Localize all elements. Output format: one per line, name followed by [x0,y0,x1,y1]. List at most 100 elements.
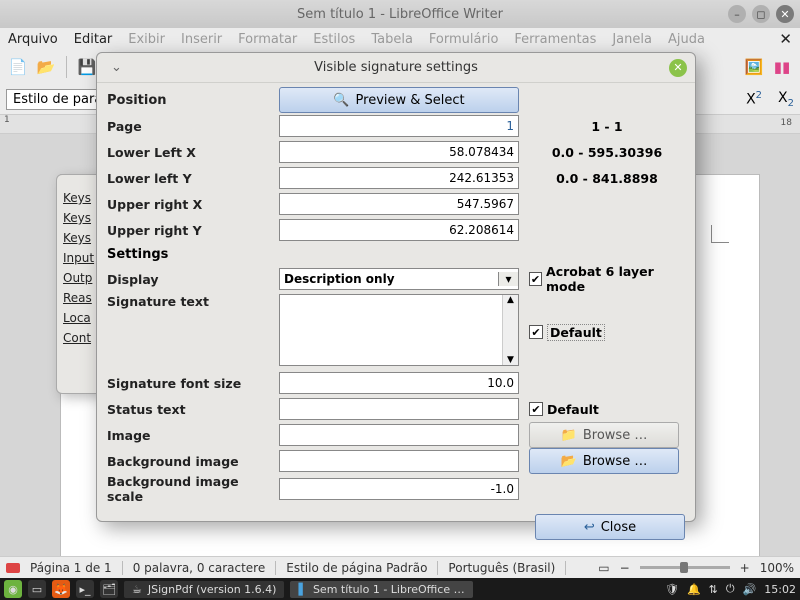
status-text-input[interactable] [279,398,519,420]
visible-signature-settings-dialog: ⌄ Visible signature settings ✕ Position … [96,52,696,522]
open-icon[interactable]: 📂 [34,55,58,79]
signature-text-label: Signature text [107,294,279,309]
book-view-icon[interactable]: ▭ [598,561,609,575]
superscript-button[interactable]: X2 [746,90,762,109]
subscript-button[interactable]: X2 [778,90,794,109]
menu-formatar[interactable]: Formatar [238,32,297,47]
tray-network-icon[interactable]: ⇅ [709,583,718,596]
taskbar-libreoffice[interactable]: ▌ Sem título 1 - LibreOffice … [290,581,472,598]
menu-editar[interactable]: Editar [74,32,113,47]
statusbar: Página 1 de 1 0 palavra, 0 caractere Est… [0,556,800,578]
upper-right-x-input[interactable] [279,193,519,215]
dropdown-arrow-icon: ▾ [498,272,518,286]
start-menu-icon[interactable]: ◉ [4,580,22,598]
lower-left-y-label: Lower left Y [107,171,279,186]
acrobat6-checkbox[interactable]: ✔ [529,272,542,286]
menu-exibir[interactable]: Exibir [128,32,165,47]
os-taskbar: ◉ ▭ 🦊 ▸_ 🗂 ☕ JSignPdf (version 1.6.4) ▌ … [0,578,800,600]
lower-left-x-label: Lower Left X [107,145,279,160]
menu-formulario[interactable]: Formulário [429,32,498,47]
bg-scale-input[interactable] [279,478,519,500]
document-close-icon[interactable]: ✕ [779,30,792,48]
tray-clock[interactable]: 15:02 [764,583,796,596]
status-default-checkbox[interactable]: ✔ [529,402,543,416]
lly-range: 0.0 - 841.8898 [519,171,685,186]
paragraph-style-combo[interactable]: Estilo de pará [6,89,109,110]
window-minimize-button[interactable]: – [728,5,746,23]
page-label: Page [107,119,279,134]
lower-left-y-input[interactable] [279,167,519,189]
font-size-label: Signature font size [107,376,279,391]
magnifier-icon: 🔍 [333,93,349,108]
tray-shield-icon[interactable]: 🛡 [665,583,679,596]
zoom-slider[interactable] [640,566,730,569]
dialog-close-button[interactable]: ✕ [669,59,687,77]
position-section-label: Position [107,93,279,108]
menu-arquivo[interactable]: Arquivo [8,32,58,47]
writer-icon: ▌ [298,583,306,596]
menu-inserir[interactable]: Inserir [181,32,222,47]
zoom-in-icon[interactable]: + [740,561,750,575]
textarea-scrollbar[interactable]: ▲▼ [502,295,518,365]
tray-bell-icon[interactable]: 🔔 [687,583,701,596]
menu-ajuda[interactable]: Ajuda [668,32,705,47]
lower-left-x-input[interactable] [279,141,519,163]
firefox-icon[interactable]: 🦊 [52,580,70,598]
signature-text-area[interactable]: ▲▼ [279,294,519,366]
chart-icon[interactable]: ▮▮ [770,55,794,79]
dialog-title: Visible signature settings [314,60,478,75]
page-margin-corner [711,225,729,243]
menubar: Arquivo Editar Exibir Inserir Formatar E… [0,28,800,50]
files-icon[interactable]: 🗂 [100,580,118,598]
bg-image-path-input[interactable] [279,450,519,472]
upper-right-y-label: Upper right Y [107,223,279,238]
menu-estilos[interactable]: Estilos [313,32,355,47]
back-arrow-icon: ↩ [584,520,595,535]
folder-icon: 📁 [561,428,577,443]
status-page[interactable]: Página 1 de 1 [30,561,112,575]
display-select[interactable]: Description only ▾ [279,268,519,290]
window-title: Sem título 1 - LibreOffice Writer [297,7,503,22]
display-label: Display [107,272,279,287]
image-label: Image [107,428,279,443]
acrobat6-label: Acrobat 6 layer mode [546,264,685,294]
bg-image-browse-button[interactable]: 📂Browse … [529,448,679,474]
bg-image-label: Background image [107,454,279,469]
menu-janela[interactable]: Janela [612,32,652,47]
close-button[interactable]: ↩Close [535,514,685,540]
sigtext-default-checkbox[interactable]: ✔ [529,325,543,339]
upper-right-y-input[interactable] [279,219,519,241]
dialog-titlebar[interactable]: ⌄ Visible signature settings ✕ [97,53,695,83]
preview-select-button[interactable]: 🔍Preview & Select [279,87,519,113]
window-titlebar: Sem título 1 - LibreOffice Writer – ◻ ✕ [0,0,800,28]
page-input[interactable] [279,115,519,137]
image-browse-button[interactable]: 📁Browse … [529,422,679,448]
taskbar-jsignpdf[interactable]: ☕ JSignPdf (version 1.6.4) [124,581,284,598]
font-size-input[interactable] [279,372,519,394]
tray-power-icon[interactable]: ⏻ [726,582,735,596]
image-icon[interactable]: 🖼️ [742,55,766,79]
status-text-label: Status text [107,402,279,417]
status-default-label: Default [547,402,599,417]
zoom-value[interactable]: 100% [760,561,794,575]
chevron-down-icon[interactable]: ⌄ [111,60,122,75]
terminal-icon[interactable]: ▸_ [76,580,94,598]
show-desktop-icon[interactable]: ▭ [28,580,46,598]
menu-tabela[interactable]: Tabela [371,32,413,47]
menu-ferramentas[interactable]: Ferramentas [514,32,596,47]
window-close-button[interactable]: ✕ [776,5,794,23]
image-path-input[interactable] [279,424,519,446]
java-icon: ☕ [132,583,142,596]
tray-volume-icon[interactable]: 🔊 [743,583,757,596]
folder-open-icon: 📂 [561,454,577,469]
new-doc-icon[interactable]: 📄 [6,55,30,79]
status-language[interactable]: Português (Brasil) [448,561,555,575]
toolbar-separator [66,56,67,78]
modified-indicator-icon[interactable] [6,563,20,573]
llx-range: 0.0 - 595.30396 [519,145,685,160]
zoom-out-icon[interactable]: − [620,561,630,575]
status-pagestyle[interactable]: Estilo de página Padrão [286,561,427,575]
status-words[interactable]: 0 palavra, 0 caractere [133,561,266,575]
upper-right-x-label: Upper right X [107,197,279,212]
window-maximize-button[interactable]: ◻ [752,5,770,23]
